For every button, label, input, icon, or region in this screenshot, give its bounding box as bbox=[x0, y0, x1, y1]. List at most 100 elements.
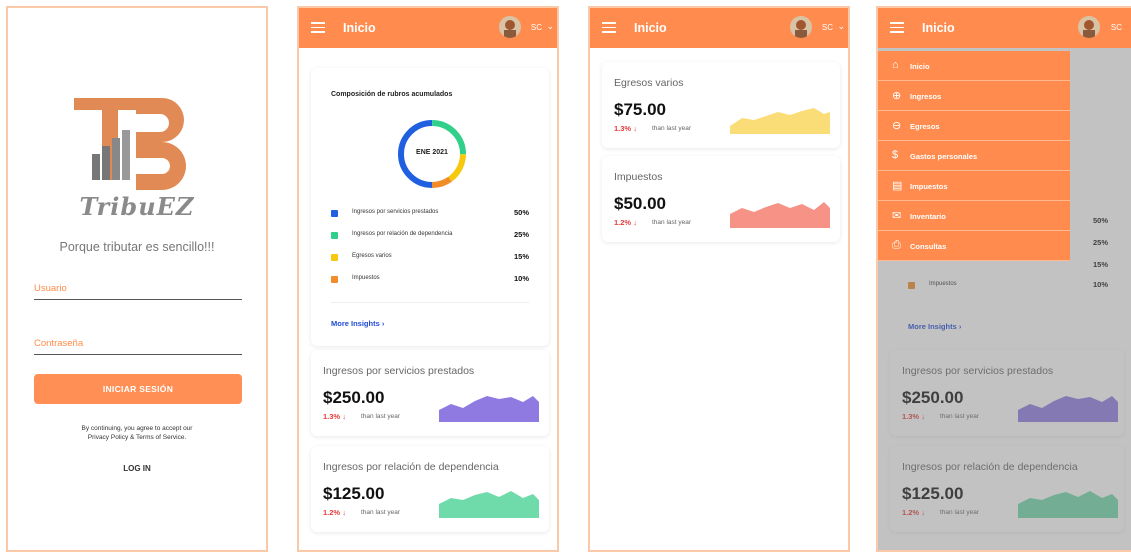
app-header: Inicio SC ⌄ bbox=[590, 8, 848, 48]
menu-item-consultas[interactable]: ⎙ Consultas bbox=[878, 231, 1070, 261]
terms-link[interactable]: Privacy Policy & Terms of Service. bbox=[8, 433, 266, 442]
legend-percent: 10% bbox=[513, 274, 529, 283]
envelope-icon: ✉ bbox=[892, 210, 902, 222]
donut-period: ENE 2021 bbox=[416, 149, 448, 156]
menu-item-label: Inventario bbox=[910, 212, 946, 221]
change-percent: 1.2% bbox=[614, 218, 632, 227]
sparkline-dependencia bbox=[439, 491, 539, 518]
more-insights-link[interactable]: More Insights › bbox=[331, 319, 384, 328]
dollar-icon: $ bbox=[892, 149, 899, 161]
app-header: Inicio SC ⌄ bbox=[299, 8, 557, 48]
card-amount: $50.00 bbox=[614, 194, 666, 213]
legend-swatch bbox=[331, 210, 338, 217]
dashboard-screen: Inicio SC ⌄ Composición de rubros acumul… bbox=[297, 6, 559, 552]
page-title: Inicio bbox=[922, 21, 955, 35]
menu-item-impuestos[interactable]: ▤ Impuestos bbox=[878, 171, 1070, 201]
app-header: Inicio SC bbox=[878, 8, 1131, 48]
card-change: 1.2% ↓ bbox=[323, 508, 346, 517]
menu-item-label: Ingresos bbox=[910, 92, 942, 101]
terms-line-1: By continuing, you agree to accept our bbox=[81, 425, 193, 432]
user-initials[interactable]: SC bbox=[822, 23, 833, 32]
legend-item: Ingresos por servicios prestados 50% bbox=[331, 208, 529, 220]
composition-card: Composición de rubros acumulados ENE 202… bbox=[311, 68, 549, 346]
card-subtext: than last year bbox=[652, 125, 692, 132]
side-menu: ⌂ Inicio ⊕ Ingresos ⊖ Egresos $ Gastos p… bbox=[878, 51, 1070, 261]
legend-label: Egresos varios bbox=[352, 253, 392, 259]
card-subtext: than last year bbox=[361, 413, 401, 420]
legend-item: Impuestos 10% bbox=[331, 274, 529, 286]
menu-item-inventario[interactable]: ✉ Inventario bbox=[878, 201, 1070, 231]
composition-title: Composición de rubros acumulados bbox=[331, 91, 453, 98]
egresos-card[interactable]: Egresos varios $75.00 1.3% ↓ than last y… bbox=[602, 62, 840, 148]
log-in-link[interactable]: LOG IN bbox=[8, 464, 266, 473]
menu-item-inicio[interactable]: ⌂ Inicio bbox=[878, 51, 1070, 81]
change-percent: 1.2% bbox=[323, 508, 341, 517]
sparkline-servicios bbox=[439, 396, 539, 422]
chevron-down-icon[interactable]: ⌄ bbox=[837, 21, 845, 32]
change-percent: 1.3% bbox=[614, 124, 632, 133]
legend-item: Ingresos por relación de dependencia 25% bbox=[331, 230, 529, 242]
terms-text: By continuing, you agree to accept our P… bbox=[8, 424, 266, 442]
menu-item-gastos-personales[interactable]: $ Gastos personales bbox=[878, 141, 1070, 171]
legend-label: Ingresos por servicios prestados bbox=[352, 209, 439, 215]
dashboard-scrolled-screen: Inicio SC ⌄ Egresos varios $75.00 1.3% ↓… bbox=[588, 6, 850, 552]
zoom-in-icon: ⊕ bbox=[892, 90, 902, 102]
menu-item-label: Inicio bbox=[910, 62, 930, 71]
servicios-card[interactable]: Ingresos por servicios prestados $250.00… bbox=[311, 350, 549, 436]
password-field[interactable]: Contraseña bbox=[34, 333, 242, 355]
sparkline-egresos bbox=[730, 108, 830, 134]
zoom-out-icon: ⊖ bbox=[892, 120, 902, 132]
legend-swatch bbox=[331, 254, 338, 261]
menu-item-label: Gastos personales bbox=[910, 152, 978, 161]
card-change: 1.3% ↓ bbox=[614, 124, 637, 133]
legend-percent: 50% bbox=[513, 208, 529, 217]
divider bbox=[331, 302, 529, 303]
tagline: Porque tributar es sencillo!!! bbox=[59, 240, 215, 254]
card-title: Impuestos bbox=[614, 171, 663, 183]
arrow-down-icon: ↓ bbox=[342, 412, 346, 421]
menu-item-egresos[interactable]: ⊖ Egresos bbox=[878, 111, 1070, 141]
password-label: Contraseña bbox=[34, 338, 84, 349]
legend-swatch bbox=[331, 276, 338, 283]
card-subtext: than last year bbox=[361, 509, 401, 516]
avatar[interactable] bbox=[790, 16, 812, 38]
legend-label: Impuestos bbox=[352, 275, 380, 281]
chevron-down-icon[interactable]: ⌄ bbox=[546, 21, 554, 32]
more-insights-label: More Insights bbox=[331, 319, 380, 328]
login-screen: TribuEZ Porque tributar es sencillo!!! U… bbox=[6, 6, 268, 552]
hamburger-icon[interactable] bbox=[311, 22, 325, 33]
username-label: Usuario bbox=[34, 283, 67, 294]
menu-item-label: Egresos bbox=[910, 122, 940, 131]
card-title: Egresos varios bbox=[614, 77, 684, 89]
login-button[interactable]: INICIAR SESIÓN bbox=[34, 374, 242, 404]
document-search-icon: ⎙ bbox=[892, 239, 901, 251]
card-change: 1.2% ↓ bbox=[614, 218, 637, 227]
card-title: Ingresos por servicios prestados bbox=[323, 365, 475, 377]
hamburger-icon[interactable] bbox=[602, 22, 616, 33]
arrow-down-icon: ↓ bbox=[633, 218, 637, 227]
menu-item-label: Consultas bbox=[910, 242, 947, 251]
chevron-right-icon: › bbox=[381, 319, 385, 328]
user-initials[interactable]: SC bbox=[531, 23, 542, 32]
legend-item: Egresos varios 15% bbox=[331, 252, 529, 264]
avatar[interactable] bbox=[499, 16, 521, 38]
brand-name: TribuEZ bbox=[79, 192, 195, 221]
tax-icon: ▤ bbox=[892, 180, 903, 192]
card-change: 1.3% ↓ bbox=[323, 412, 346, 421]
menu-item-label: Impuestos bbox=[910, 182, 948, 191]
legend-swatch bbox=[331, 232, 338, 239]
home-icon: ⌂ bbox=[892, 59, 899, 71]
avatar[interactable] bbox=[1078, 16, 1100, 38]
username-field[interactable]: Usuario bbox=[34, 278, 242, 300]
legend-percent: 15% bbox=[513, 252, 529, 261]
card-amount: $75.00 bbox=[614, 100, 666, 119]
user-initials[interactable]: SC bbox=[1111, 23, 1122, 32]
dependencia-card[interactable]: Ingresos por relación de dependencia $12… bbox=[311, 446, 549, 532]
impuestos-card[interactable]: Impuestos $50.00 1.2% ↓ than last year bbox=[602, 156, 840, 242]
change-percent: 1.3% bbox=[323, 412, 341, 421]
card-amount: $125.00 bbox=[323, 484, 385, 503]
page-title: Inicio bbox=[634, 21, 667, 35]
hamburger-icon[interactable] bbox=[890, 22, 904, 33]
arrow-down-icon: ↓ bbox=[633, 124, 637, 133]
menu-item-ingresos[interactable]: ⊕ Ingresos bbox=[878, 81, 1070, 111]
